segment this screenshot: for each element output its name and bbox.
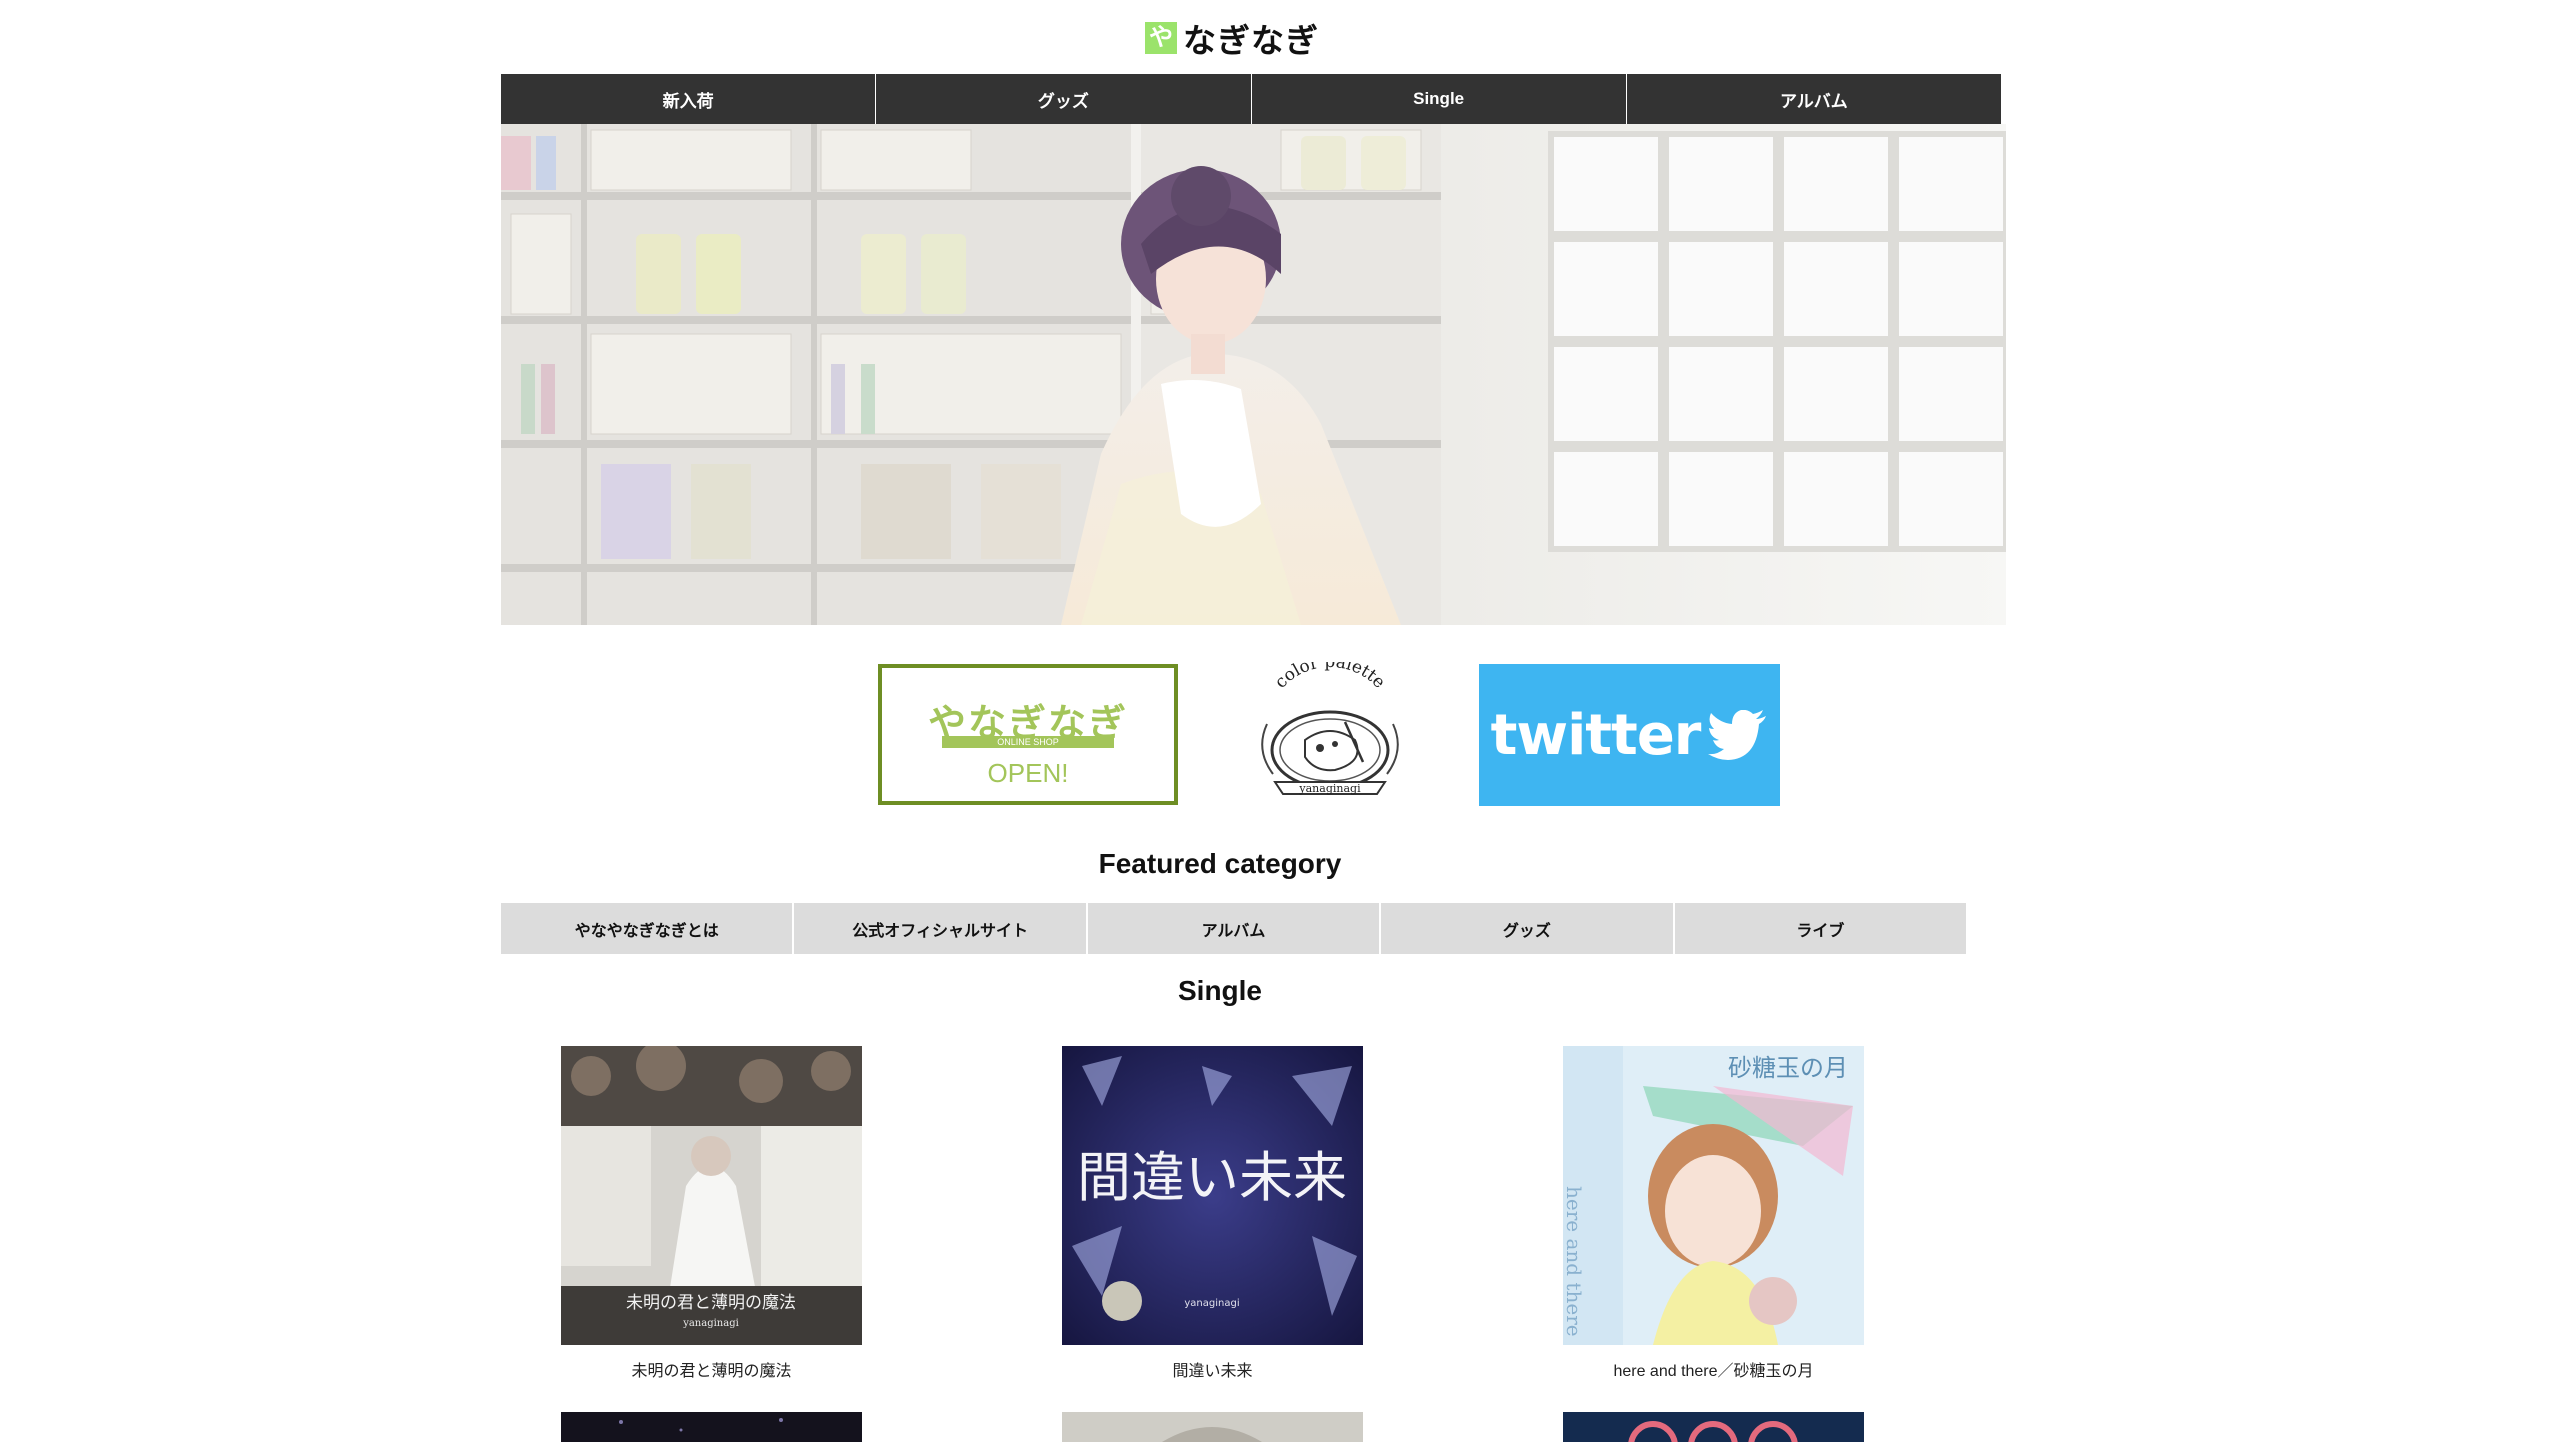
product-card-mimei[interactable]: 未明の君と薄明の魔法 yanaginagi 未明の君と薄明の魔法 xyxy=(561,1046,862,1381)
nav-item-single[interactable]: Single xyxy=(1252,74,1627,124)
cover-art-machigai-mirai: 間違い未来 yanaginagi xyxy=(1062,1046,1363,1345)
product-cover-partial[interactable] xyxy=(1062,1412,1363,1442)
product-title: here and there／砂糖玉の月 xyxy=(1613,1363,1814,1380)
cover-art-here-and-there: here and there 砂糖玉の月 xyxy=(1563,1046,1864,1345)
global-nav: 新入荷 グッズ Single アルバム xyxy=(501,74,2001,124)
product-card-machigai-mirai[interactable]: 間違い未来 yanaginagi 間違い未来 xyxy=(1062,1046,1363,1381)
featured-category-heading: Featured category xyxy=(1098,848,1342,879)
page: や なぎなぎ 新入荷 グッズ Single アルバム やなぎなぎ ONLINE … xyxy=(0,0,2560,1442)
product-cover-partial[interactable] xyxy=(561,1412,862,1442)
single-section-heading: Single xyxy=(1177,975,1262,1006)
product-card-here-and-there[interactable]: here and there 砂糖玉の月 here and there／砂糖玉の… xyxy=(1563,1046,1864,1381)
hero-photo-illustration xyxy=(501,124,2006,625)
category-nav: やなやなぎなぎとは 公式オフィシャルサイト アルバム グッズ ライブ xyxy=(501,903,1967,954)
online-shop-banner[interactable]: やなぎなぎ ONLINE SHOP OPEN! xyxy=(878,664,1178,805)
nav-item-goods[interactable]: グッズ xyxy=(876,74,1252,124)
site-title: なぎなぎ xyxy=(1183,22,1319,59)
site-logo-link[interactable]: や なぎなぎ xyxy=(1145,14,1319,62)
cover-sub-text: here and there xyxy=(1563,1186,1586,1337)
palette-bottom-text: yanaginagi xyxy=(1298,782,1361,795)
cover-artist-text: yanaginagi xyxy=(1184,1298,1239,1309)
category-item-live[interactable]: ライブ xyxy=(1674,903,1967,954)
cover-art-partial xyxy=(1162,1427,1262,1442)
palette-arc-text: color palette xyxy=(1271,652,1389,693)
logo-icon: や xyxy=(1145,22,1177,54)
cover-art-partial xyxy=(1628,1421,1798,1442)
product-title: 未明の君と薄明の魔法 xyxy=(631,1363,792,1380)
product-cover-partial[interactable] xyxy=(1563,1412,1864,1442)
shop-banner-status: OPEN! xyxy=(987,758,1069,788)
banner-row: やなぎなぎ ONLINE SHOP OPEN! color palette ya… xyxy=(0,652,2560,808)
twitter-banner-text: twitter xyxy=(1490,702,1702,768)
twitter-banner[interactable]: twitter xyxy=(1479,664,1780,806)
product-cover-image: 未明の君と薄明の魔法 yanaginagi xyxy=(561,1046,862,1345)
color-palette-banner[interactable]: color palette yanaginagi xyxy=(1245,652,1415,808)
twitter-bird-icon xyxy=(1708,710,1767,760)
nav-item-new-arrivals[interactable]: 新入荷 xyxy=(501,74,877,124)
cover-title-text: 間違い未来 xyxy=(1077,1146,1347,1209)
shop-banner-subtitle: ONLINE SHOP xyxy=(942,736,1114,748)
nav-item-album[interactable]: アルバム xyxy=(1627,74,2001,124)
site-header: や なぎなぎ xyxy=(0,0,2560,70)
cover-art-mimei: 未明の君と薄明の魔法 yanaginagi xyxy=(561,1046,862,1345)
product-title: 間違い未来 xyxy=(1172,1363,1253,1380)
product-cover-image: 間違い未来 yanaginagi xyxy=(1062,1046,1363,1345)
color-palette-logo-icon: color palette yanaginagi xyxy=(1261,652,1399,795)
product-cover-image: here and there 砂糖玉の月 xyxy=(1563,1046,1864,1345)
category-item-goods[interactable]: グッズ xyxy=(1381,903,1673,954)
cover-title-text: 未明の君と薄明の魔法 xyxy=(626,1293,796,1313)
cover-art-partial xyxy=(619,1418,783,1432)
svg-text:color palette: color palette xyxy=(1271,662,1389,692)
cover-title-text: 砂糖玉の月 xyxy=(1728,1054,1848,1082)
hero-image xyxy=(501,124,2006,625)
category-item-official-site[interactable]: 公式オフィシャルサイト xyxy=(794,903,1086,954)
cover-artist-text: yanaginagi xyxy=(682,1318,739,1329)
category-item-about[interactable]: やなやなぎなぎとは xyxy=(501,903,793,954)
category-item-album[interactable]: アルバム xyxy=(1087,903,1380,954)
